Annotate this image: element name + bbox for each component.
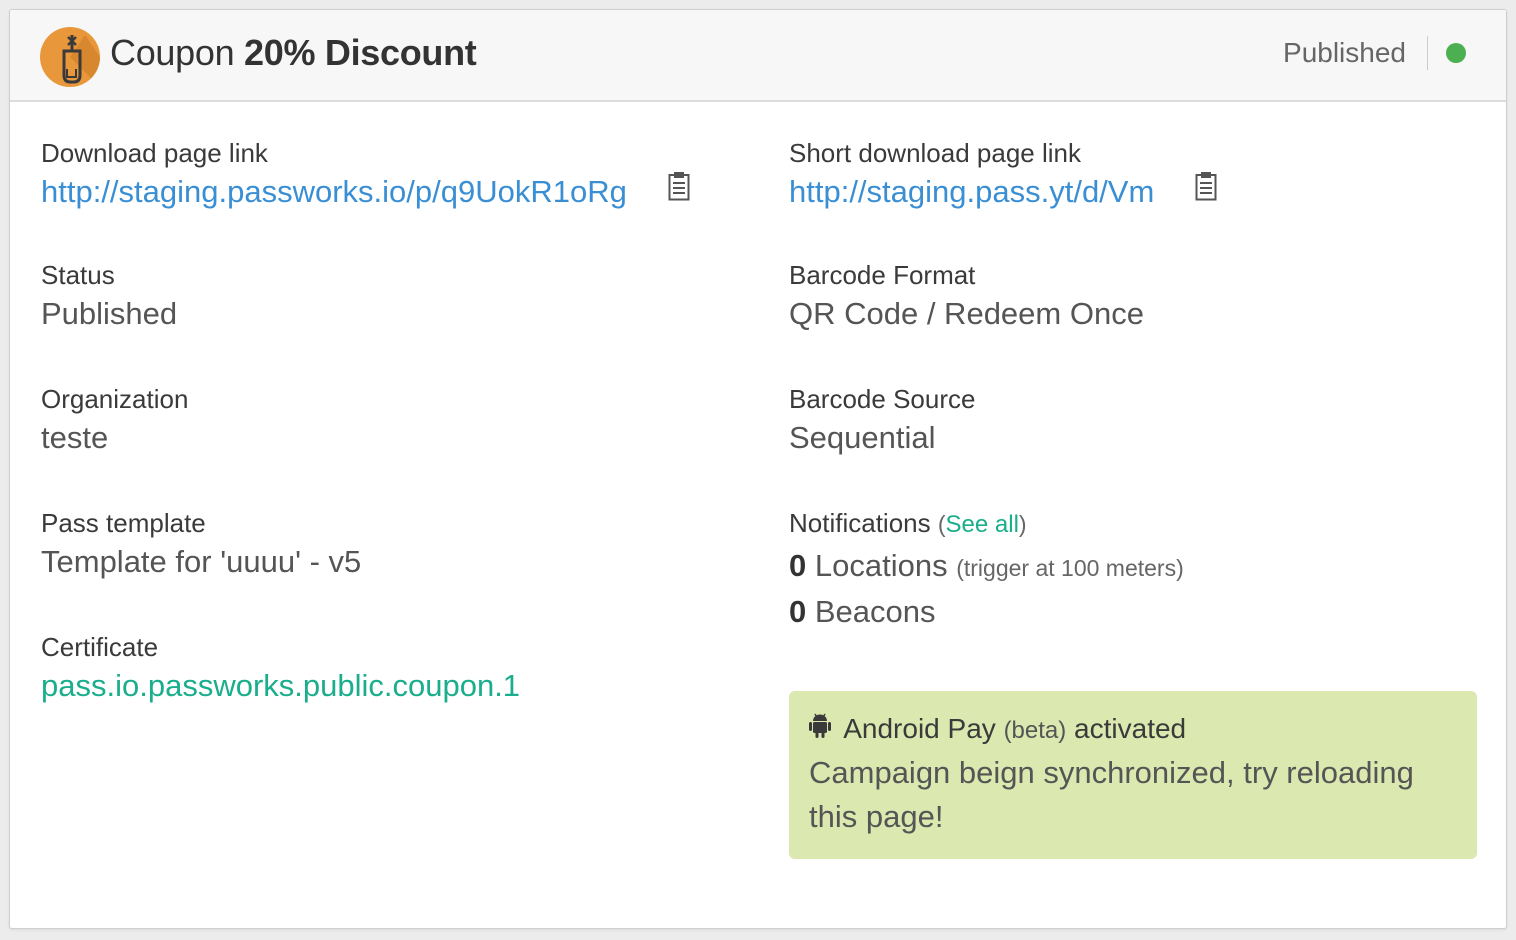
status-field: Status Published	[41, 260, 177, 334]
barcode-source-value: Sequential	[789, 420, 936, 455]
short-link-label: Short download page link	[789, 138, 1081, 168]
page-title: Coupon 20% Discount	[110, 32, 477, 74]
download-link-field: Download page link http://staging.passwo…	[41, 138, 690, 212]
status-dot-icon	[1446, 43, 1466, 63]
organization-value: teste	[41, 420, 109, 455]
card-header: Coupon 20% Discount Published	[10, 10, 1506, 102]
coupon-card: Coupon 20% Discount Published Download p…	[9, 9, 1507, 929]
organization-field: Organization teste	[41, 384, 188, 458]
title-bold: 20% Discount	[244, 32, 477, 73]
download-link[interactable]: http://staging.passworks.io/p/q9UokR1oRg	[41, 174, 627, 209]
clipboard-icon[interactable]	[1195, 171, 1217, 211]
clipboard-icon[interactable]	[668, 171, 690, 211]
locations-count: 0	[789, 548, 807, 583]
barcode-format-label: Barcode Format	[789, 260, 976, 290]
header-divider	[1427, 36, 1428, 70]
short-download-link[interactable]: http://staging.pass.yt/d/Vm	[789, 174, 1154, 209]
certificate-link[interactable]: pass.io.passworks.public.coupon.1	[41, 666, 520, 706]
android-pay-state: activated	[1074, 713, 1187, 744]
barcode-format-field: Barcode Format QR Code / Redeem Once	[789, 260, 1144, 334]
android-pay-alert: Android Pay (beta) activated Campaign be…	[789, 691, 1477, 859]
beacons-label: Beacons	[814, 594, 936, 629]
title-prefix: Coupon	[110, 32, 235, 73]
status-value: Published	[41, 296, 178, 331]
header-status-text: Published	[1283, 37, 1406, 68]
notifications-label-row: Notifications (See all)	[789, 508, 1184, 540]
android-icon	[809, 712, 831, 745]
notifications-label: Notifications	[789, 508, 931, 538]
short-link-field: Short download page link http://staging.…	[789, 138, 1217, 212]
android-pay-title: Android Pay (beta) activated	[809, 713, 1186, 745]
locations-note: (trigger at 100 meters)	[956, 555, 1184, 581]
locations-row: 0 Locations (trigger at 100 meters)	[789, 544, 1184, 590]
see-all-link[interactable]: See all	[946, 511, 1019, 538]
barcode-source-field: Barcode Source Sequential	[789, 384, 975, 458]
notifications-field: Notifications (See all) 0 Locations (tri…	[789, 508, 1184, 634]
open-paren: (	[937, 511, 946, 537]
locations-label: Locations	[814, 548, 948, 583]
close-paren: )	[1018, 511, 1027, 537]
certificate-label: Certificate	[41, 632, 159, 662]
pass-template-field: Pass template Template for 'uuuu' - v5	[41, 508, 361, 582]
pass-template-label: Pass template	[41, 508, 206, 538]
barcode-format-value: QR Code / Redeem Once	[789, 296, 1144, 331]
android-pay-message: Campaign beign synchronized, try reloadi…	[809, 755, 1414, 834]
barcode-source-label: Barcode Source	[789, 384, 976, 414]
organization-label: Organization	[41, 384, 189, 414]
status-label: Status	[41, 260, 115, 290]
bottle-opener-icon	[40, 27, 100, 87]
beacons-row: 0 Beacons	[789, 590, 1184, 634]
android-pay-name: Android Pay	[843, 713, 996, 744]
android-pay-beta: (beta)	[1003, 717, 1067, 744]
beacons-count: 0	[789, 594, 807, 629]
download-link-label: Download page link	[41, 138, 268, 168]
certificate-field: Certificate pass.io.passworks.public.cou…	[41, 632, 520, 706]
pass-template-value: Template for 'uuuu' - v5	[41, 544, 362, 579]
